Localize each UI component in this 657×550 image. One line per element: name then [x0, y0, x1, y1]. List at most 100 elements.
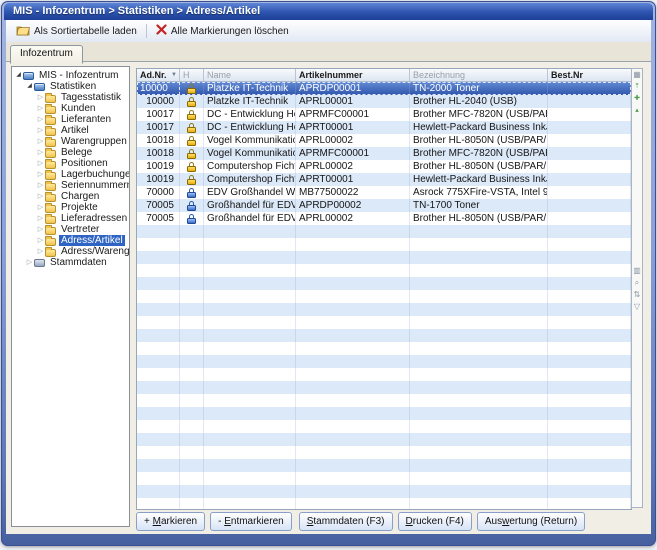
action-button-stammdaten-f3[interactable]: Stammdaten (F3) [299, 512, 393, 531]
tree-item-chargen[interactable]: ▷Chargen [12, 191, 129, 202]
empty-table-row[interactable] [137, 459, 631, 472]
empty-table-row[interactable] [137, 316, 631, 329]
tree-item-tagesstatistik[interactable]: ▷Tagesstatistik [12, 92, 129, 103]
search-icon[interactable]: ⌕ [632, 277, 642, 289]
empty-table-row[interactable] [137, 329, 631, 342]
tree-item-projekte[interactable]: ▷Projekte [12, 202, 129, 213]
empty-table-row[interactable] [137, 277, 631, 290]
column-header-h[interactable]: H [180, 69, 204, 81]
empty-table-row[interactable] [137, 420, 631, 433]
tree-item-adress-warengruppen[interactable]: ▷Adress/Warengruppen [12, 246, 129, 257]
tree-item-adress-artikel[interactable]: ▷Adress/Artikel [12, 235, 129, 246]
collapsed-arrow-icon[interactable]: ▷ [36, 136, 45, 147]
tree-item-lieferanten[interactable]: ▷Lieferanten [12, 114, 129, 125]
filter-icon[interactable]: ▽ [632, 301, 642, 313]
empty-cell [137, 329, 180, 342]
empty-table-row[interactable] [137, 303, 631, 316]
empty-table-row[interactable] [137, 368, 631, 381]
collapsed-arrow-icon[interactable]: ▷ [36, 92, 45, 103]
collapsed-arrow-icon[interactable]: ▷ [36, 114, 45, 125]
empty-table-row[interactable] [137, 355, 631, 368]
cell-bestnr [548, 173, 631, 186]
data-grid[interactable]: Ad.Nr.▼HNameArtikelnummerBezeichnungBest… [136, 68, 632, 510]
empty-table-row[interactable] [137, 407, 631, 420]
load-sort-table-button[interactable]: Als Sortiertabelle laden [11, 22, 142, 41]
sort-icon[interactable]: ⇅ [632, 289, 642, 301]
empty-cell [296, 472, 410, 485]
action-button-auswertung-return[interactable]: Auswertung (Return) [477, 512, 585, 531]
empty-table-row[interactable] [137, 225, 631, 238]
scroll-up-icon[interactable]: ▴ [632, 105, 642, 117]
column-header-artikelnummer[interactable]: Artikelnummer [296, 69, 410, 81]
table-row[interactable]: 70000EDV Großhandel WinklMB77500022Asroc… [137, 186, 631, 199]
collapsed-arrow-icon[interactable]: ▷ [36, 103, 45, 114]
goto-selection-icon[interactable]: ✚ [632, 93, 642, 105]
collapsed-arrow-icon[interactable]: ▷ [36, 191, 45, 202]
tree-item-lieferadressen[interactable]: ▷Lieferadressen [12, 213, 129, 224]
collapsed-arrow-icon[interactable]: ▷ [36, 169, 45, 180]
tree-item-vertreter[interactable]: ▷Vertreter [12, 224, 129, 235]
tree-item-stammdaten[interactable]: ▷Stammdaten [12, 257, 129, 268]
empty-table-row[interactable] [137, 290, 631, 303]
collapsed-arrow-icon[interactable]: ▷ [25, 257, 34, 268]
tree-item-statistiken[interactable]: ◢Statistiken [12, 81, 129, 92]
action-button-entmarkieren[interactable]: - Entmarkieren [210, 512, 292, 531]
collapsed-arrow-icon[interactable]: ▷ [36, 147, 45, 158]
tree-item-warengruppen[interactable]: ▷Warengruppen [12, 136, 129, 147]
empty-table-row[interactable] [137, 446, 631, 459]
empty-table-row[interactable] [137, 342, 631, 355]
tree-item-artikel[interactable]: ▷Artikel [12, 125, 129, 136]
table-row[interactable]: 10000Platzke IT-TechnikAPRL00001Brother … [137, 95, 631, 108]
yellow-lock-icon [187, 162, 196, 172]
table-row[interactable]: 10000Platzke IT-TechnikAPRDP00001TN-2000… [137, 82, 631, 95]
collapsed-arrow-icon[interactable]: ▷ [36, 246, 45, 257]
collapsed-arrow-icon[interactable]: ▷ [36, 224, 45, 235]
tree-item-seriennummern[interactable]: ▷Seriennummern [12, 180, 129, 191]
action-button-markieren[interactable]: + Markieren [136, 512, 205, 531]
collapsed-arrow-icon[interactable]: ▷ [36, 180, 45, 191]
folder-icon [45, 95, 56, 103]
empty-table-row[interactable] [137, 394, 631, 407]
tree-item-positionen[interactable]: ▷Positionen [12, 158, 129, 169]
empty-table-row[interactable] [137, 472, 631, 485]
empty-table-row[interactable] [137, 381, 631, 394]
empty-table-row[interactable] [137, 251, 631, 264]
column-chooser-icon[interactable]: ▦ [632, 69, 642, 81]
table-row[interactable]: 10018Vogel KommunikationAPRMFC00001Broth… [137, 147, 631, 160]
table-row[interactable]: 10017DC - Entwicklung HeiAPRT00001Hewlet… [137, 121, 631, 134]
empty-table-row[interactable] [137, 264, 631, 277]
column-header-bezeichnung[interactable]: Bezeichnung [410, 69, 548, 81]
action-button-drucken-f4[interactable]: Drucken (F4) [398, 512, 472, 531]
columns-icon[interactable]: ▥ [632, 265, 642, 277]
table-row[interactable]: 10019Computershop FichtneAPRL00002Brothe… [137, 160, 631, 173]
empty-table-row[interactable] [137, 498, 631, 510]
table-row[interactable]: 70005Großhandel für EDV HAPRDP00002TN-17… [137, 199, 631, 212]
empty-cell [180, 290, 204, 303]
tree-item-lagerbuchungen[interactable]: ▷Lagerbuchungen [12, 169, 129, 180]
column-header-best-nr[interactable]: Best.Nr [548, 69, 631, 81]
empty-table-row[interactable] [137, 433, 631, 446]
tab-infozentrum[interactable]: Infozentrum [10, 45, 83, 64]
tree-item-kunden[interactable]: ▷Kunden [12, 103, 129, 114]
clear-marks-button[interactable]: Alle Markierungen löschen [151, 22, 294, 40]
collapsed-arrow-icon[interactable]: ▷ [36, 235, 45, 246]
table-row[interactable]: 10018Vogel KommunikationAPRL00002Brother… [137, 134, 631, 147]
tree-item-belege[interactable]: ▷Belege [12, 147, 129, 158]
empty-table-row[interactable] [137, 485, 631, 498]
cell-h [180, 186, 204, 199]
column-header-ad-nr[interactable]: Ad.Nr.▼ [137, 69, 180, 81]
expanded-arrow-icon[interactable]: ◢ [14, 70, 23, 81]
collapsed-arrow-icon[interactable]: ▷ [36, 213, 45, 224]
scroll-top-icon[interactable]: ⤒ [632, 81, 642, 93]
column-header-name[interactable]: Name [204, 69, 296, 81]
toolbar: Als Sortiertabelle laden Alle Markierung… [6, 20, 651, 43]
collapsed-arrow-icon[interactable]: ▷ [36, 202, 45, 213]
collapsed-arrow-icon[interactable]: ▷ [36, 125, 45, 136]
table-row[interactable]: 10017DC - Entwicklung HeiAPRMFC00001Brot… [137, 108, 631, 121]
tree-item-mis-infozentrum[interactable]: ◢MIS - Infozentrum [12, 70, 129, 81]
expanded-arrow-icon[interactable]: ◢ [25, 81, 34, 92]
table-row[interactable]: 70005Großhandel für EDV HAPRL00002Brothe… [137, 212, 631, 225]
table-row[interactable]: 10019Computershop FichtneAPRT00001Hewlet… [137, 173, 631, 186]
empty-table-row[interactable] [137, 238, 631, 251]
collapsed-arrow-icon[interactable]: ▷ [36, 158, 45, 169]
